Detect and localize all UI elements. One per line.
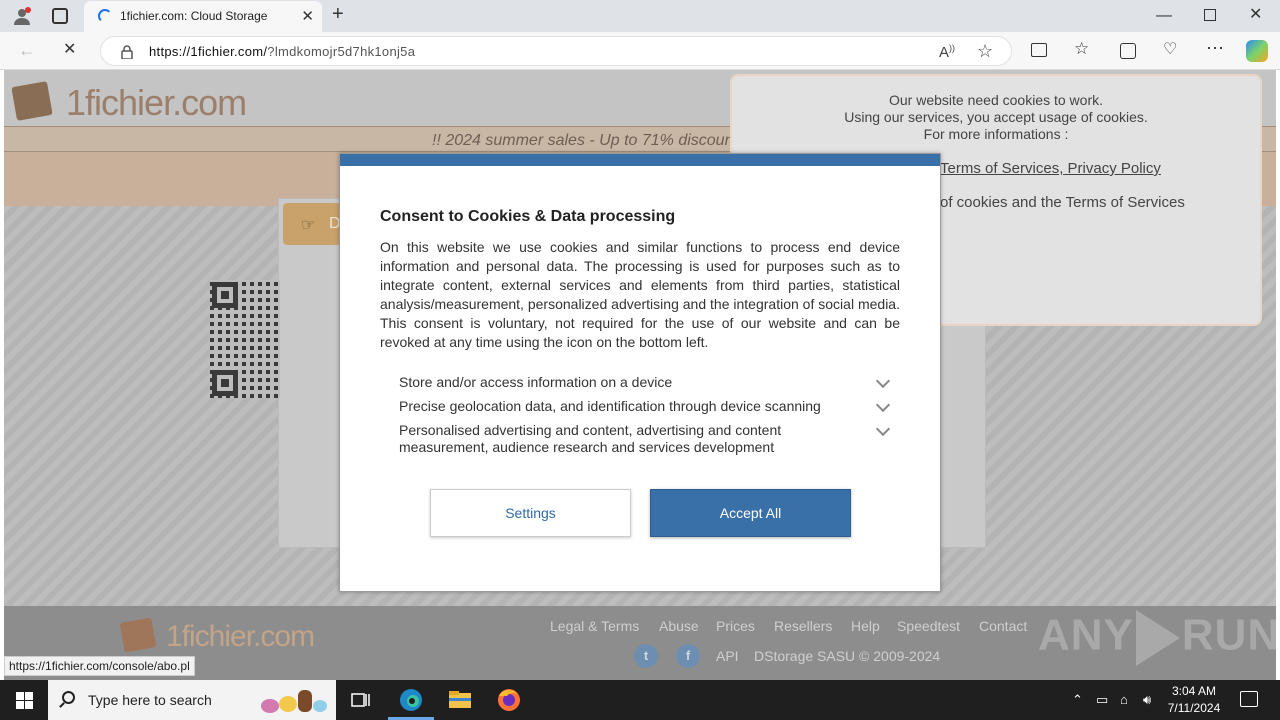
tray-chevron-up-icon[interactable]: ⌃ — [1072, 692, 1083, 708]
purpose-item[interactable]: Precise geolocation data, and identifica… — [399, 398, 869, 415]
qr-code — [210, 280, 280, 398]
taskbar-search[interactable]: Type here to search — [48, 680, 336, 720]
more-menu-icon[interactable]: ⋯ — [1206, 39, 1224, 57]
settings-button[interactable]: Settings — [430, 489, 631, 537]
firefox-icon[interactable] — [495, 686, 523, 714]
status-bar-url: https://1fichier.com/console/abo.pl — [4, 656, 195, 676]
favorites-icon[interactable]: ☆ — [1074, 40, 1089, 57]
purpose-item[interactable]: Store and/or access information on a dev… — [399, 374, 869, 391]
minimize-icon[interactable]: — — [1156, 8, 1172, 24]
profile-icon[interactable] — [12, 6, 32, 26]
back-icon[interactable]: ← — [18, 41, 36, 59]
qr-eye — [212, 370, 238, 396]
chevron-down-icon[interactable] — [875, 373, 891, 389]
split-screen-icon[interactable] — [1031, 43, 1047, 57]
footer-link-api[interactable]: API — [716, 648, 739, 664]
footer-link-help[interactable]: Help — [851, 618, 880, 634]
site-logo[interactable]: 1fichier.com — [11, 74, 252, 126]
tray-device-icon[interactable]: ▭ — [1096, 692, 1108, 708]
footer-link-prices[interactable]: Prices — [716, 618, 755, 634]
purpose-item[interactable]: Personalised advertising and content, ad… — [399, 422, 869, 456]
footer-link-legal[interactable]: Legal & Terms — [550, 618, 639, 634]
footer-link-abuse[interactable]: Abuse — [659, 618, 699, 634]
tab-strip: 1fichier.com: Cloud Storage ✕ + — ✕ — [0, 0, 1280, 32]
cookie-line-3: For more informations : — [923, 126, 1069, 142]
task-view-icon[interactable] — [346, 686, 374, 714]
edge-icon[interactable] — [396, 686, 428, 714]
new-tab-icon[interactable]: + — [332, 4, 344, 24]
tab-title: 1fichier.com: Cloud Storage — [120, 9, 268, 23]
network-icon[interactable]: ⌂ — [1120, 692, 1128, 707]
twitter-icon[interactable]: t — [634, 644, 658, 668]
search-icon — [62, 691, 75, 704]
terms-privacy-link[interactable]: Terms of Services, Privacy Policy — [940, 160, 1161, 177]
qr-eye — [212, 282, 238, 308]
notification-icon[interactable] — [1240, 691, 1258, 707]
dialog-header-bar — [340, 154, 940, 166]
read-aloud-icon[interactable]: A)) — [939, 43, 955, 61]
file-explorer-icon[interactable] — [446, 686, 474, 714]
restore-icon[interactable] — [1204, 9, 1216, 21]
system-clock[interactable]: 3:04 AM 7/11/2024 — [1160, 683, 1228, 717]
copilot-icon[interactable] — [1246, 40, 1268, 62]
copyright: DStorage SASU © 2009-2024 — [754, 648, 941, 664]
facebook-icon[interactable]: f — [676, 644, 700, 668]
volume-icon[interactable]: 🔊︎ — [1143, 692, 1151, 708]
footer-link-resellers[interactable]: Resellers — [774, 618, 832, 634]
hand-pointer-icon: ☞ — [301, 217, 316, 234]
cookie-line-2: Using our services, you accept usage of … — [844, 109, 1148, 125]
play-icon — [1135, 610, 1180, 666]
accept-all-button[interactable]: Accept All — [650, 489, 851, 537]
footer-link-contact[interactable]: Contact — [979, 618, 1027, 634]
consent-dialog: Consent to Cookies & Data processing On … — [339, 153, 941, 592]
stop-loading-icon[interactable]: ✕ — [63, 42, 76, 58]
tab-actions-icon[interactable] — [52, 8, 68, 24]
url-text: https://1fichier.com/?lmdkomojr5d7hk1onj… — [149, 44, 416, 59]
box-logo-icon — [11, 81, 53, 121]
taskbar: Type here to search ⌃ ▭ ⌂ 🔊︎ 3:04 AM 7/1… — [0, 680, 1280, 720]
close-window-icon[interactable]: ✕ — [1249, 7, 1262, 23]
loading-icon — [98, 9, 112, 23]
chevron-down-icon[interactable] — [875, 421, 891, 437]
browser-tab-active[interactable]: 1fichier.com: Cloud Storage ✕ — [84, 1, 322, 32]
extensions-icon[interactable]: ♡ — [1163, 42, 1177, 58]
close-tab-icon[interactable]: ✕ — [301, 7, 314, 25]
windows-start-icon[interactable] — [0, 680, 48, 720]
chevron-down-icon[interactable] — [875, 397, 891, 413]
cookie-line-1: Our website need cookies to work. — [889, 92, 1103, 108]
footer-link-speedtest[interactable]: Speedtest — [897, 618, 960, 634]
lock-icon[interactable] — [121, 45, 133, 60]
address-bar[interactable]: https://1fichier.com/?lmdkomojr5d7hk1onj… — [100, 36, 1012, 66]
site-footer: 1fichier.com Legal & Terms Abuse Prices … — [4, 606, 1276, 680]
cookie-accept-text: of cookies and the Terms of Services — [940, 194, 1185, 211]
box-logo-icon — [119, 617, 157, 653]
dialog-body: On this website we use cookies and simil… — [380, 239, 900, 350]
toolbar: ← ✕ https://1fichier.com/?lmdkomojr5d7hk… — [0, 32, 1280, 70]
collections-icon[interactable] — [1120, 43, 1136, 59]
dialog-title: Consent to Cookies & Data processing — [380, 208, 676, 225]
search-highlight-icon — [258, 688, 328, 714]
anyrun-watermark: ANY RUN — [1038, 610, 1276, 666]
favorite-star-icon[interactable]: ☆ — [977, 41, 993, 62]
